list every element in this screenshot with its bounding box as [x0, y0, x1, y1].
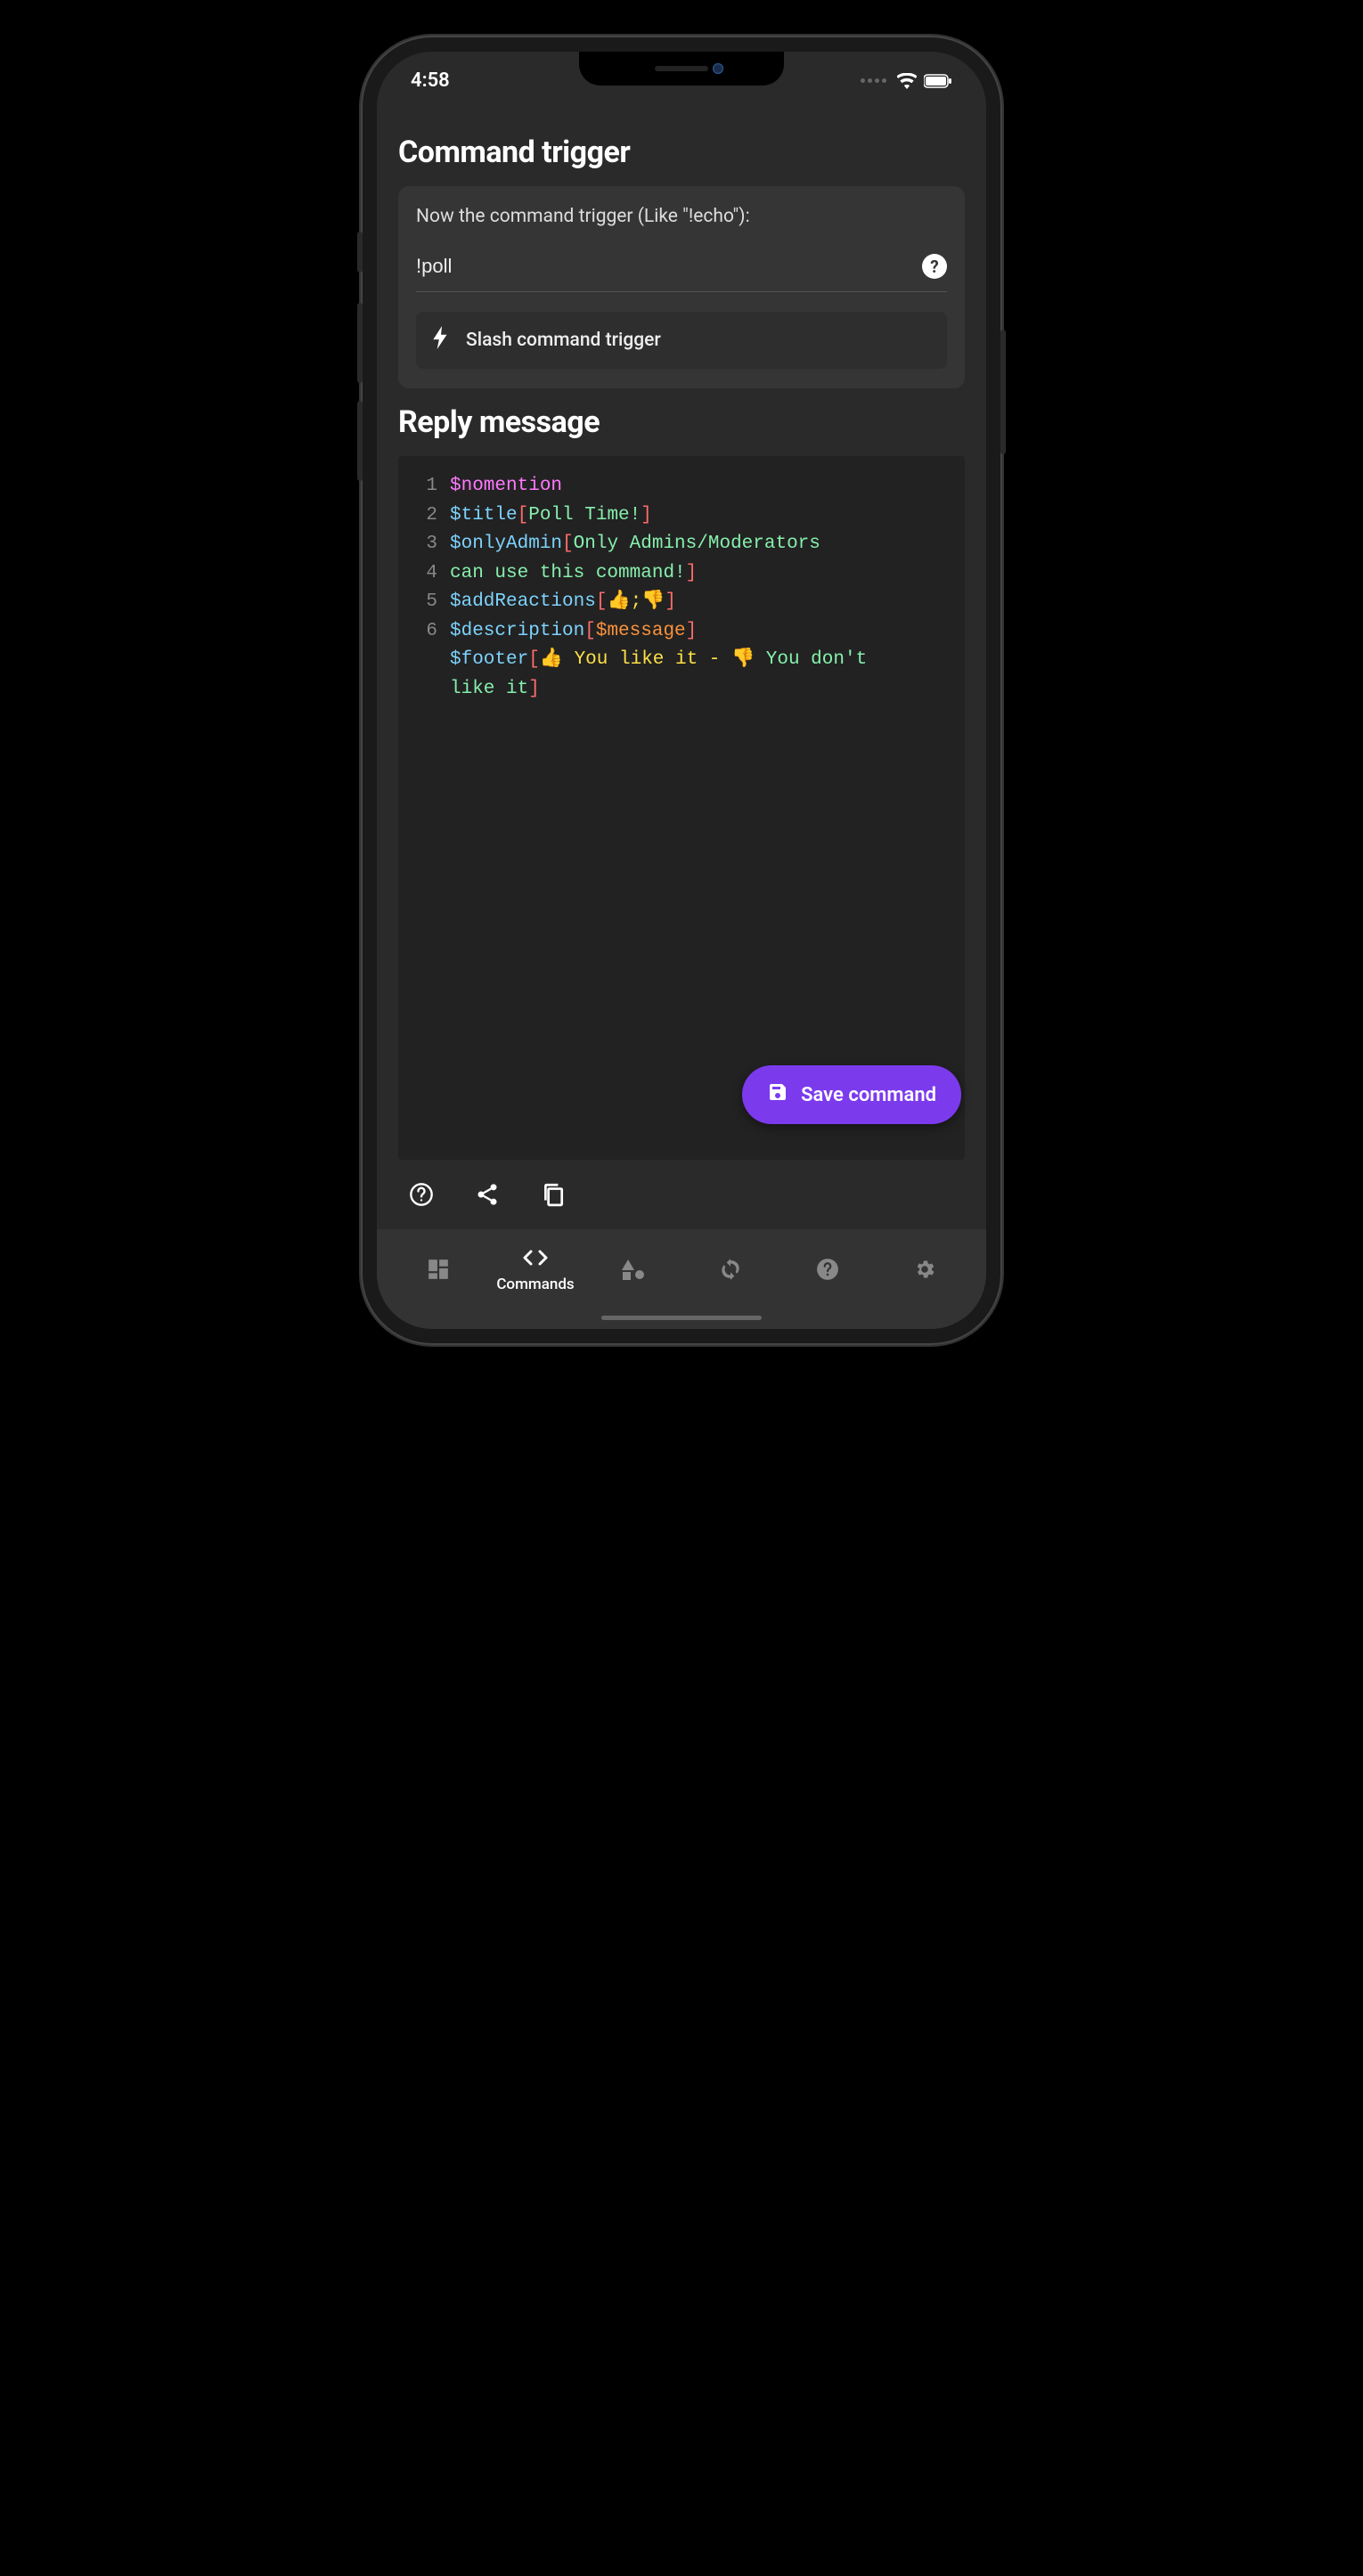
trigger-heading: Command trigger [398, 135, 965, 170]
signal-dots-icon [861, 78, 886, 83]
reply-heading: Reply message [398, 404, 965, 440]
save-icon [767, 1081, 788, 1108]
nav-shapes[interactable] [584, 1257, 682, 1282]
action-toolbar [377, 1160, 986, 1229]
trigger-card: Now the command trigger (Like "!echo"): … [398, 186, 965, 388]
nav-commands-label: Commands [496, 1276, 574, 1293]
bottom-nav: Commands [377, 1229, 986, 1329]
bolt-icon [432, 326, 450, 355]
slash-trigger-button[interactable]: Slash command trigger [416, 312, 947, 369]
code-editor[interactable]: 1$nomention 2$title[Poll Time!] 3$onlyAd… [398, 456, 965, 1160]
nav-settings[interactable] [877, 1257, 974, 1282]
nav-sync[interactable] [682, 1257, 779, 1282]
help-circle-icon [816, 1257, 839, 1282]
copy-icon[interactable] [539, 1180, 567, 1209]
wifi-icon [897, 73, 917, 89]
nav-commands[interactable]: Commands [486, 1245, 584, 1293]
sync-icon [719, 1257, 742, 1282]
dashboard-icon [427, 1257, 450, 1282]
nav-help[interactable] [779, 1257, 876, 1282]
save-command-label: Save command [801, 1084, 936, 1106]
share-icon[interactable] [473, 1180, 502, 1209]
trigger-input[interactable] [416, 255, 922, 278]
status-time: 4:58 [411, 69, 450, 92]
shapes-icon [620, 1257, 645, 1282]
save-command-button[interactable]: Save command [742, 1065, 961, 1124]
slash-trigger-label: Slash command trigger [466, 330, 661, 351]
nav-dashboard[interactable] [389, 1257, 486, 1282]
home-indicator[interactable] [601, 1316, 762, 1320]
gear-icon [913, 1257, 936, 1282]
help-icon[interactable]: ? [922, 254, 947, 279]
trigger-label: Now the command trigger (Like "!echo"): [416, 206, 947, 227]
help-outline-icon[interactable] [407, 1180, 436, 1209]
battery-icon [924, 74, 952, 88]
code-icon [522, 1245, 549, 1270]
